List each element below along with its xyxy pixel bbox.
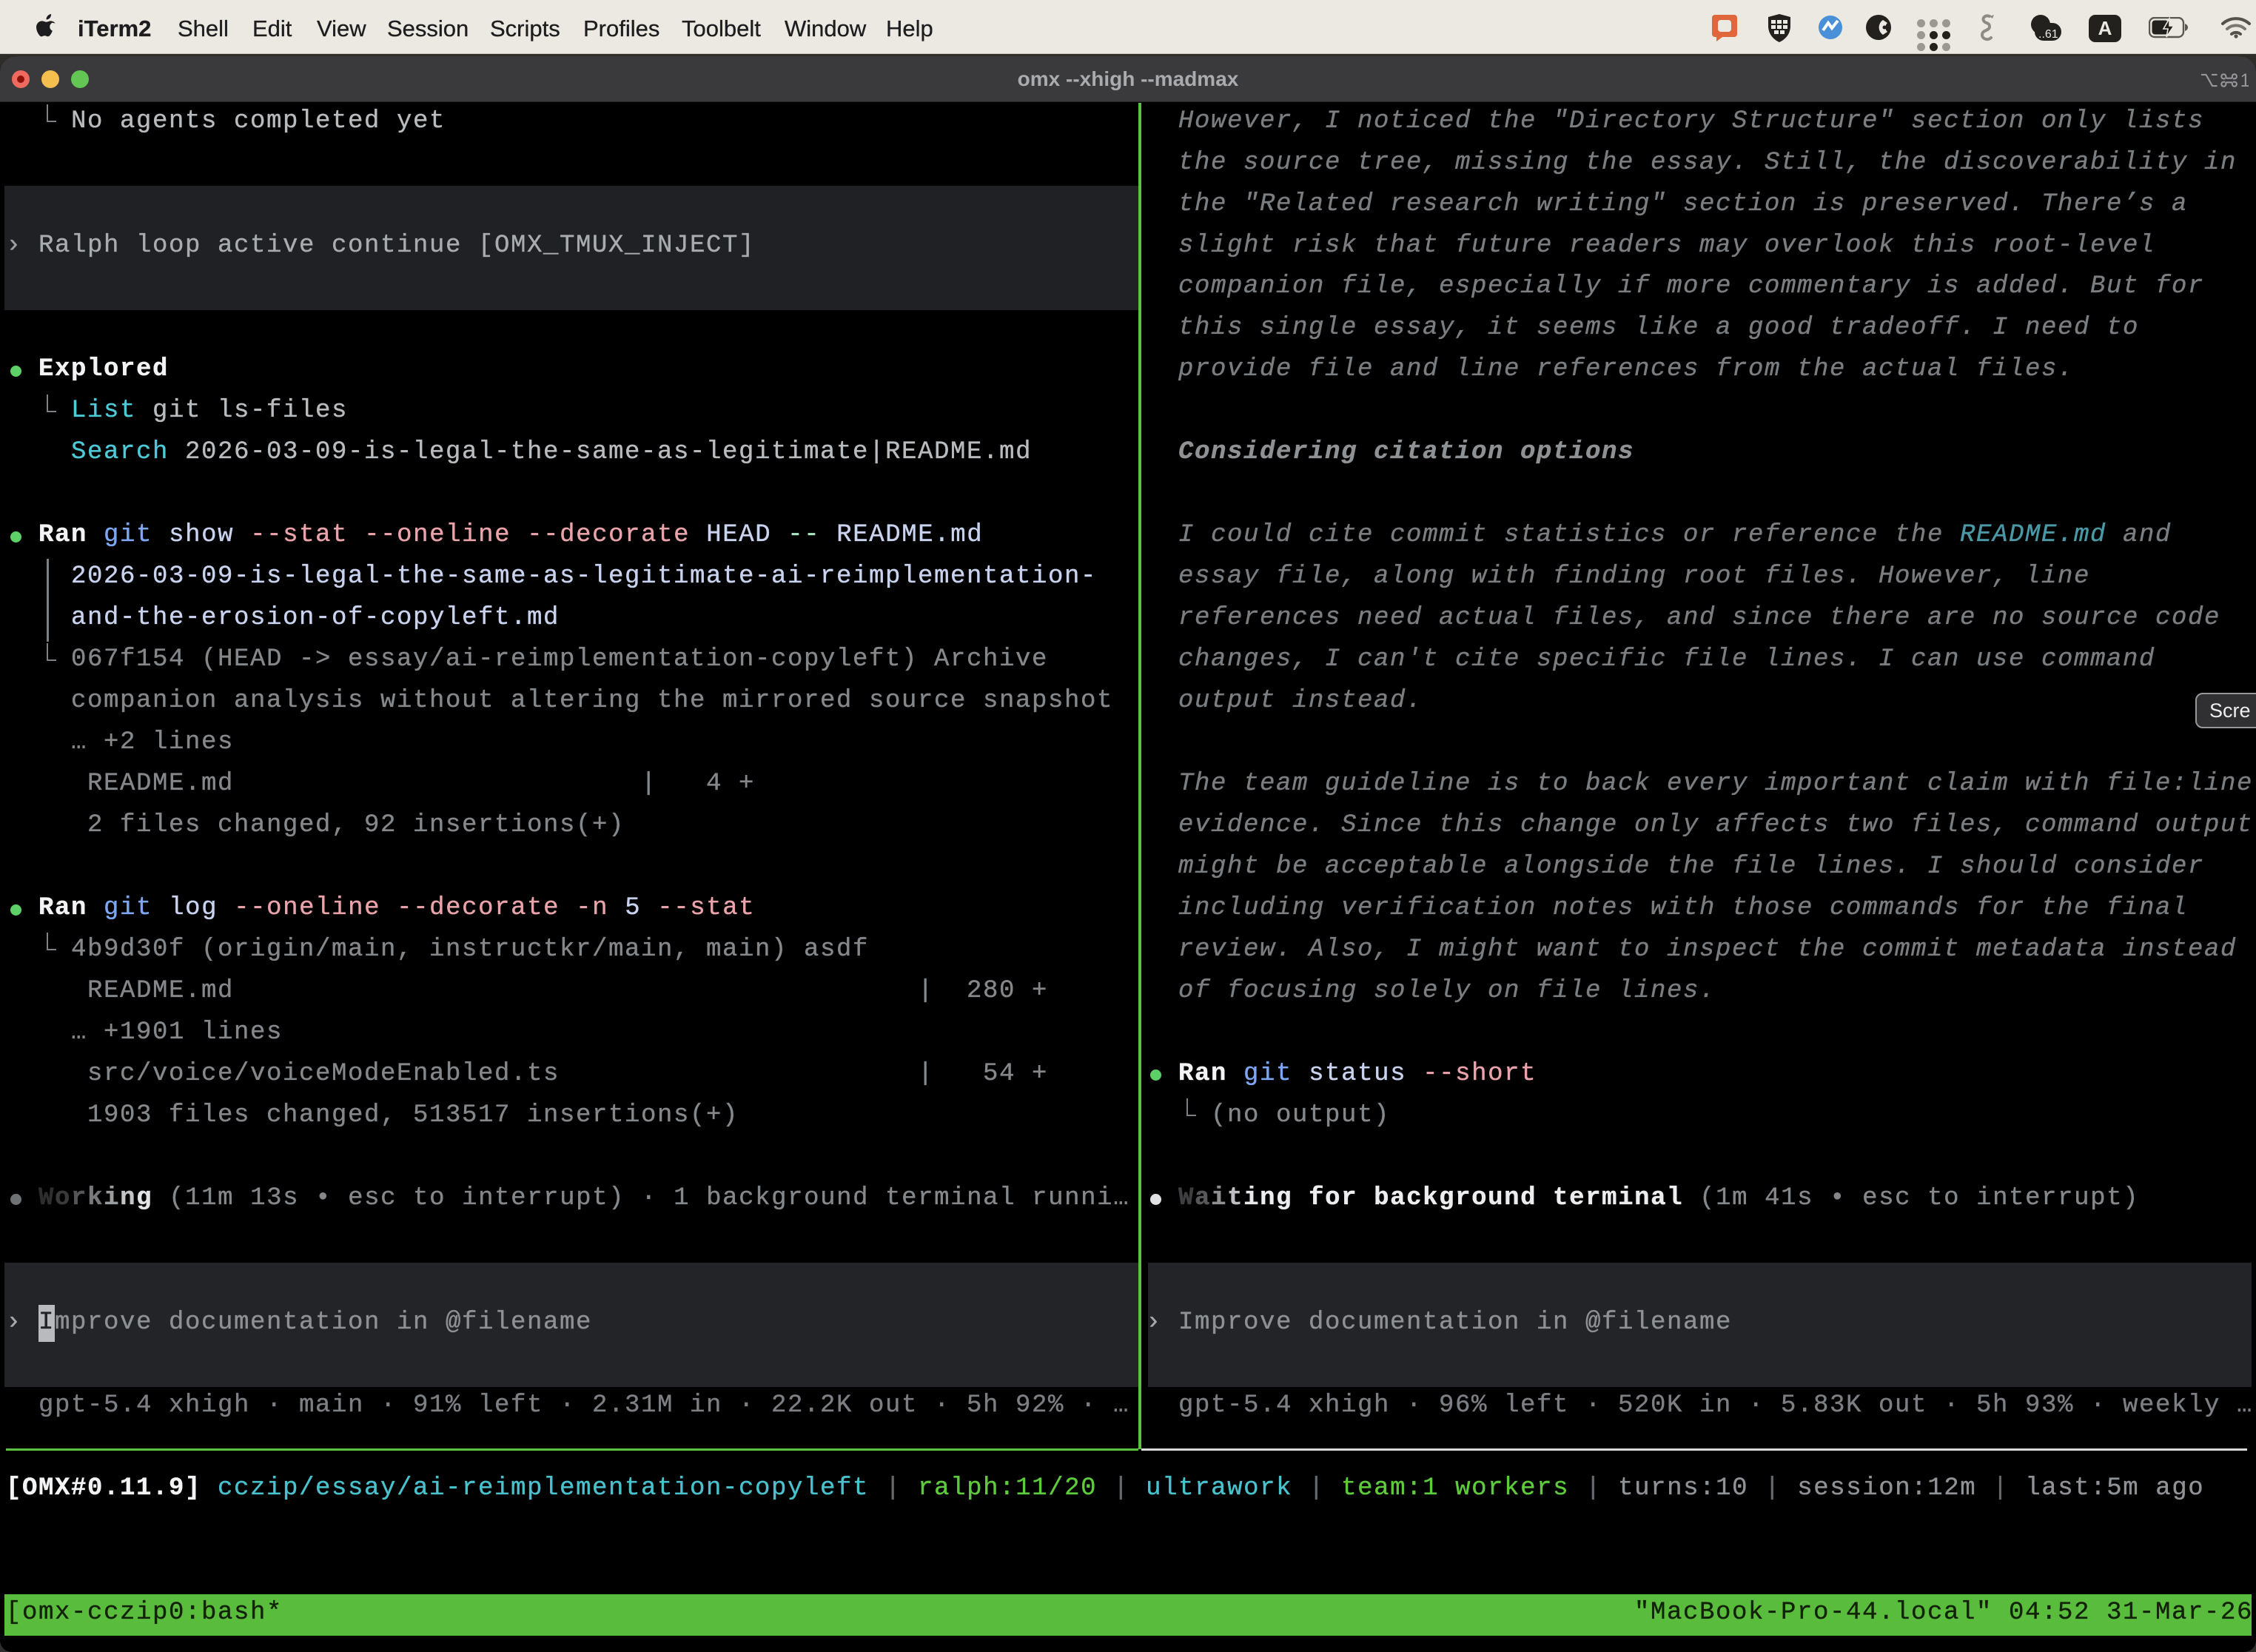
svg-text:1: 1 bbox=[2240, 71, 2249, 90]
svg-text:..61: ..61 bbox=[2038, 28, 2058, 41]
